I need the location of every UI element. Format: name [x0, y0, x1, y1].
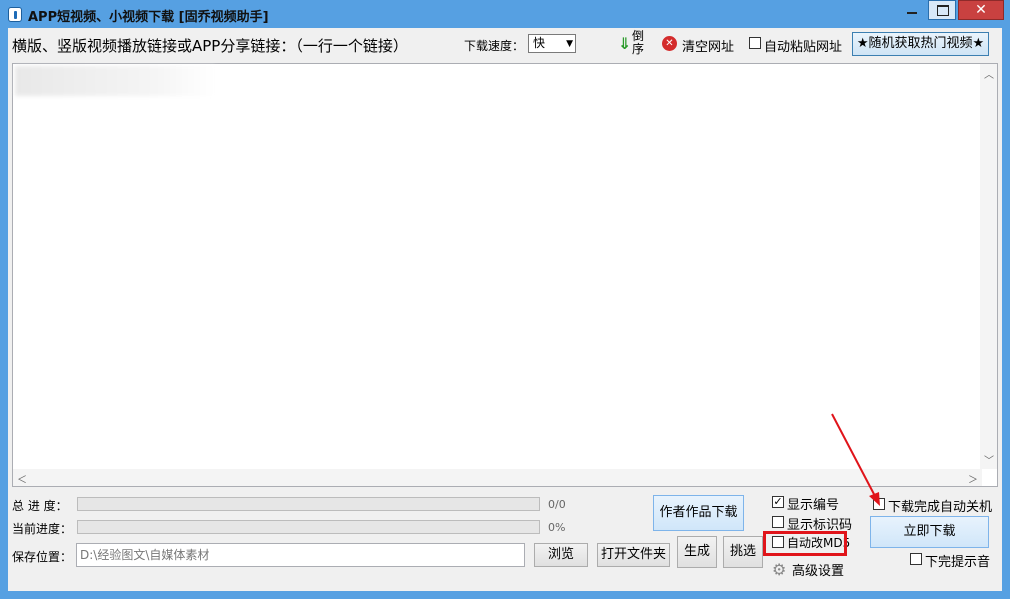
app-window: APP短视频、小视频下载 [固乔视频助手] ✕ 横版、竖版视频播放链接或APP分…: [0, 0, 1010, 599]
scroll-down-icon[interactable]: ﹀: [984, 452, 994, 467]
link-prompt-label: 横版、竖版视频播放链接或APP分享链接：（一行一个链接）: [12, 37, 408, 55]
title-bar[interactable]: APP短视频、小视频下载 [固乔视频助手] ✕: [0, 0, 1010, 28]
scroll-up-icon[interactable]: ︿: [984, 66, 994, 81]
browse-button[interactable]: 浏览: [534, 543, 588, 567]
chevron-down-icon: ▼: [566, 39, 573, 49]
show-number-label: 显示编号: [787, 498, 840, 513]
total-progress-value: 0/0: [548, 498, 566, 511]
show-id-checkbox[interactable]: [772, 516, 784, 528]
speed-value: 快: [533, 36, 546, 50]
main-panel: 横版、竖版视频播放链接或APP分享链接：（一行一个链接） 下载速度： 快 ▼ ⇓…: [8, 28, 1002, 591]
window-title: APP短视频、小视频下载 [固乔视频助手]: [28, 10, 269, 25]
vertical-scrollbar[interactable]: ︿ ﹀: [980, 64, 997, 469]
generate-button[interactable]: 生成: [677, 536, 717, 568]
md5-highlight-box: [763, 531, 847, 556]
maximize-icon: [937, 5, 949, 16]
total-progress-bar: [77, 497, 540, 511]
maximize-button[interactable]: [928, 0, 956, 20]
blurred-content: [15, 66, 215, 96]
finish-sound-checkbox[interactable]: [910, 553, 922, 565]
clear-icon: ✕: [662, 36, 677, 51]
current-progress-value: 0%: [548, 521, 566, 534]
scroll-right-icon[interactable]: ＞: [968, 471, 978, 486]
save-location-label: 保存位置：: [12, 550, 73, 564]
total-progress-label: 总 进 度：: [12, 499, 68, 513]
clear-urls-label: 清空网址: [682, 40, 735, 55]
save-path-input[interactable]: D:\经验图文\自媒体素材: [76, 543, 525, 567]
speed-select[interactable]: 快 ▼: [528, 34, 576, 53]
download-now-button[interactable]: 立即下载: [870, 516, 989, 548]
speed-label: 下载速度：: [464, 39, 525, 53]
auto-paste-checkbox[interactable]: [749, 37, 761, 49]
current-progress-label: 当前进度：: [12, 522, 73, 536]
horizontal-scrollbar[interactable]: ＜ ＞: [13, 469, 982, 486]
finish-sound-label: 下完提示音: [925, 555, 991, 570]
minimize-button[interactable]: [898, 0, 926, 20]
app-icon: [8, 7, 22, 22]
open-folder-button[interactable]: 打开文件夹: [597, 543, 670, 567]
reverse-order-label: 倒序: [632, 29, 645, 56]
minimize-icon: [907, 12, 917, 14]
gear-icon[interactable]: ⚙: [772, 560, 786, 579]
author-works-download-button[interactable]: 作者作品下载: [653, 495, 744, 531]
auto-paste-label: 自动粘贴网址: [764, 40, 843, 55]
show-number-checkbox[interactable]: ✓: [772, 496, 784, 508]
auto-shutdown-checkbox[interactable]: [873, 498, 885, 510]
current-progress-bar: [77, 520, 540, 534]
random-hot-video-button[interactable]: ★随机获取热门视频★: [852, 32, 989, 56]
pick-button[interactable]: 挑选: [723, 536, 763, 568]
url-textarea[interactable]: ︿ ﹀ ＜ ＞: [12, 63, 998, 487]
arrow-down-icon: ⇓: [618, 34, 632, 53]
scroll-left-icon[interactable]: ＜: [17, 471, 27, 486]
advanced-settings-link[interactable]: 高级设置: [792, 560, 844, 579]
auto-shutdown-label: 下载完成自动关机: [888, 500, 993, 515]
close-button[interactable]: ✕: [958, 0, 1004, 20]
